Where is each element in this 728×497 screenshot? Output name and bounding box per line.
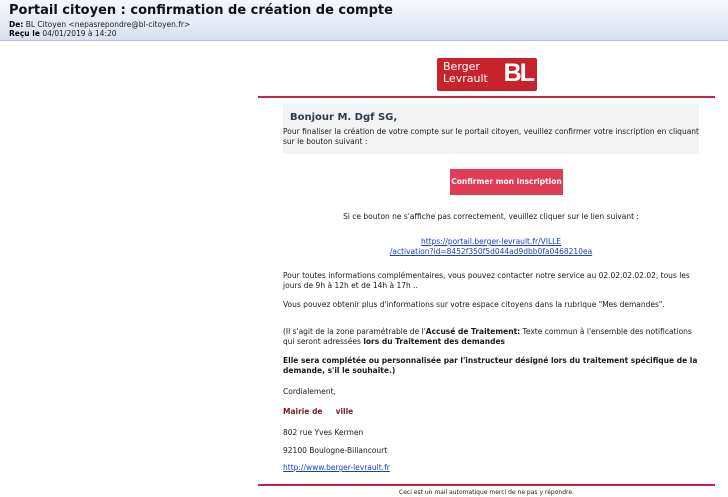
confirm-inscription-button[interactable]: Confirmer mon inscription [450,169,563,195]
fallback-text: Si ce bouton ne s'affiche pas correcteme… [343,212,639,221]
logo-text: Berger Levrault [443,61,488,85]
logo-line2: Levrault [443,72,488,85]
signature-website-link[interactable]: http://www.berger-levrault.fr [283,463,390,473]
note-part-d: lors du Traitement des demandes [363,337,505,346]
bottom-divider [258,484,715,486]
contact-paragraph: Pour toutes informations complémentaires… [283,271,690,290]
received-value: 04/01/2019 à 14:20 [42,29,117,38]
from-value[interactable]: BL Citoyen <nepasrepondre@bl-citoyen.fr> [26,20,191,29]
email-header: Portail citoyen : confirmation de créati… [0,0,728,41]
activation-link-line1[interactable]: https://portail.berger-levrault.fr/VILLE [283,237,699,247]
from-label: De: [9,20,24,29]
note-part-b: Accusé de Traitement: [425,327,521,336]
activation-link-line2[interactable]: /activation?id=8452f350f5d044ad9dbb0fa04… [283,247,699,257]
signature-address-line2: 92100 Boulogne-Billancourt [283,446,388,455]
note-part-a: (Il s'agit de la zone paramétrable de l' [283,327,426,336]
footer-notice: Ceci est un mail automatique merci de ne… [399,489,574,496]
logo-mark: BL [503,59,535,87]
email-from: De: BL Citoyen <nepasrepondre@bl-citoyen… [9,20,190,29]
email-subject: Portail citoyen : confirmation de créati… [9,3,393,18]
space-paragraph: Vous pouvez obtenir plus d'informations … [283,300,665,309]
regards: Cordialement, [283,387,336,396]
signature-city: Mairie de ville [283,407,354,416]
note-paragraph: (Il s'agit de la zone paramétrable de l'… [283,327,699,347]
top-divider [258,96,715,98]
berger-levrault-logo: Berger Levrault BL [437,58,537,91]
greeting: Bonjour M. Dgf SG, [290,112,398,123]
intro-text: Pour finaliser la création de votre comp… [283,127,699,146]
bold-paragraph: Elle sera complétée ou personnalisée par… [283,356,698,375]
email-received: Reçu le 04/01/2019 à 14:20 [9,29,117,38]
signature-address-line1: 802 rue Yves Kermen [283,428,364,437]
received-label: Reçu le [9,29,40,38]
